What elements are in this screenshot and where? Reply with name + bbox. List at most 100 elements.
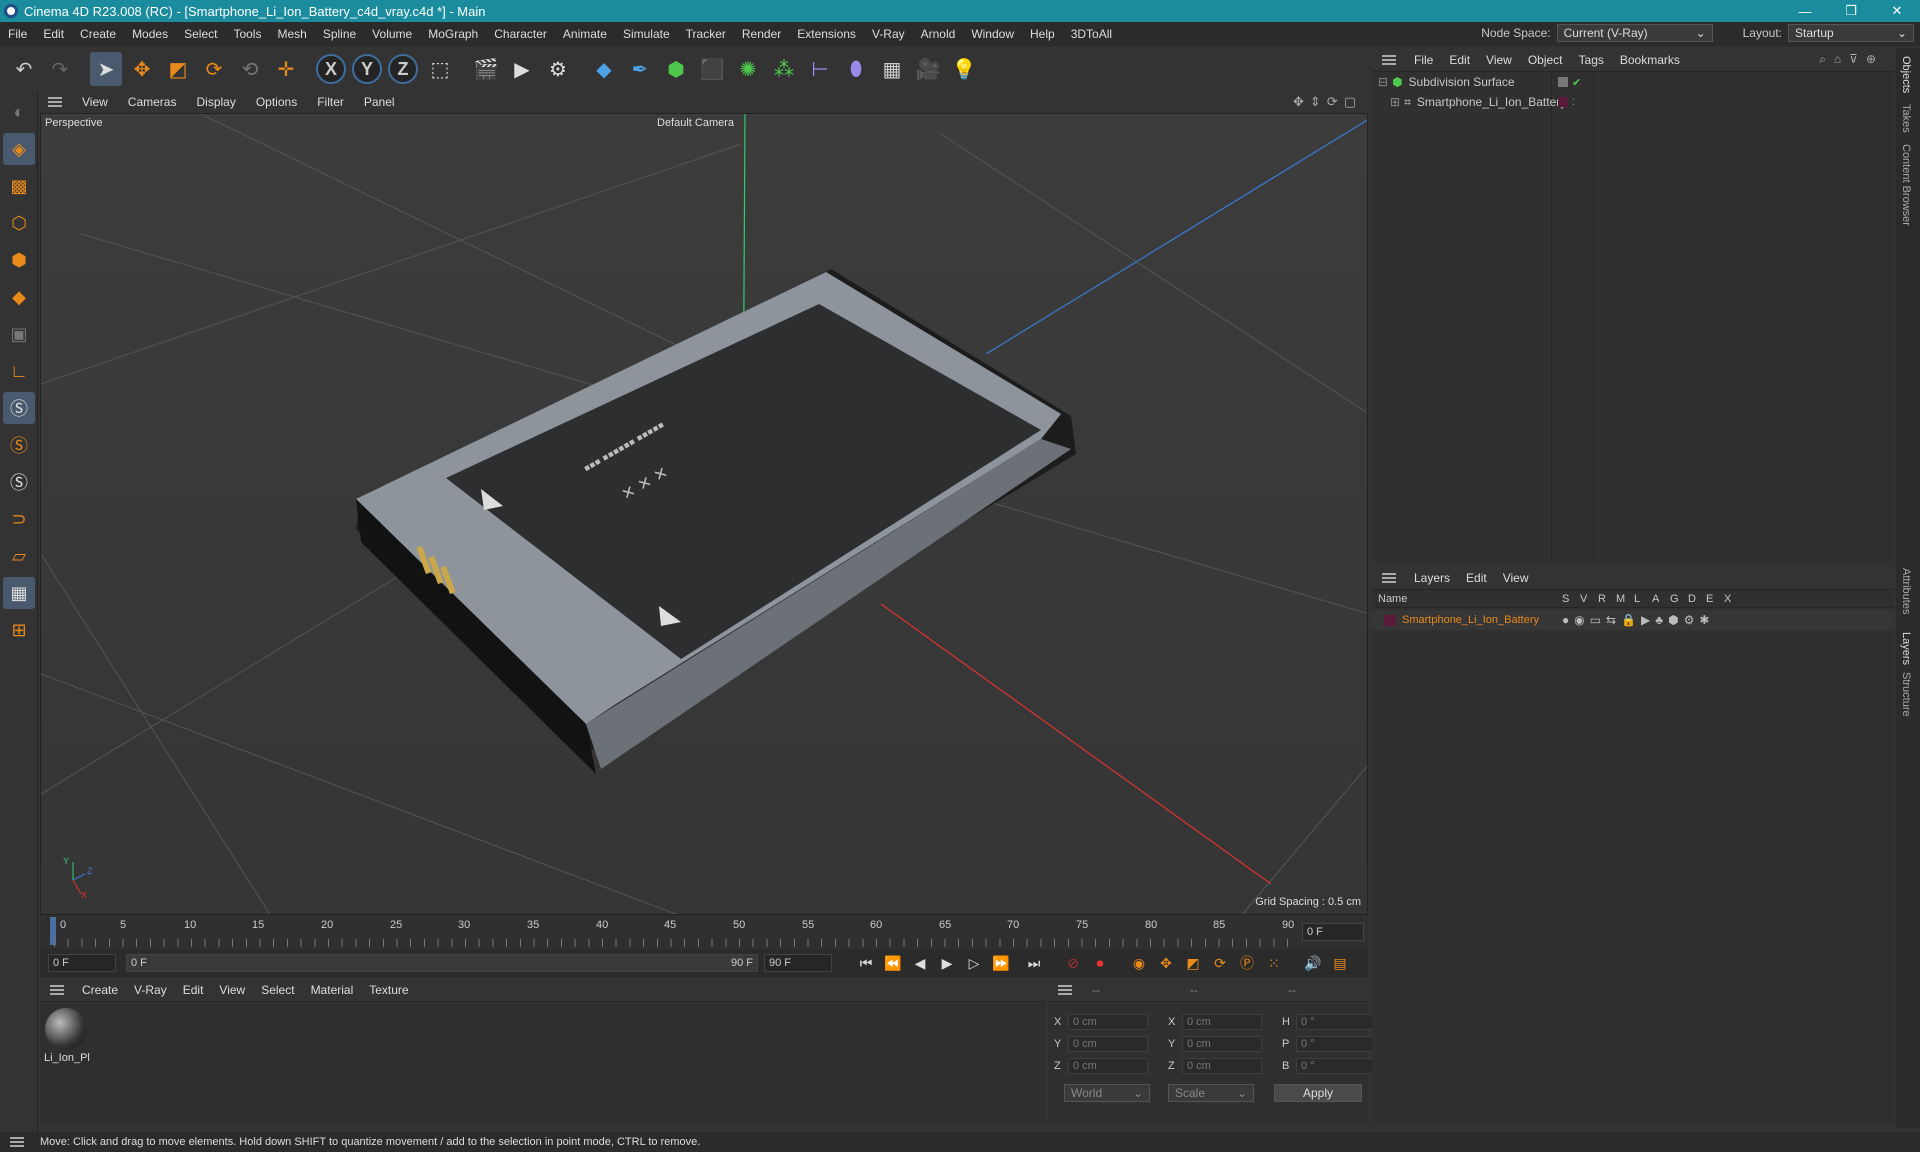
object-row-subdivision[interactable]: ⊟ ⬢ Subdivision Surface — [1372, 72, 1551, 92]
menu-simulate[interactable]: Simulate — [615, 27, 678, 41]
viewport-menu-filter[interactable]: Filter — [307, 95, 354, 109]
object-row-battery[interactable]: ⊞ ⌗ Smartphone_Li_Ion_Battery — [1372, 92, 1566, 112]
viewport-menu-view[interactable]: View — [72, 95, 118, 109]
recent-tool-icon[interactable]: ⟲ — [234, 52, 266, 86]
expand-icon[interactable]: ⊞ — [1390, 95, 1400, 109]
hamburger-icon[interactable] — [48, 97, 62, 107]
previous-key-icon[interactable]: ⏪ — [881, 952, 905, 974]
layer-row[interactable]: Smartphone_Li_Ion_Battery ●◉▭⇆🔒▶♣⬢⚙✱ — [1372, 610, 1894, 630]
tab-takes[interactable]: Takes — [1900, 104, 1912, 133]
timeline-window-icon[interactable]: ▤ — [1328, 952, 1352, 974]
move-tool-icon[interactable]: ✥ — [126, 52, 158, 86]
size-x-field[interactable]: 0 cm — [1182, 1014, 1262, 1030]
light-icon[interactable]: 💡 — [948, 52, 980, 86]
position-y-field[interactable]: 0 cm — [1068, 1036, 1148, 1052]
tab-objects[interactable]: Objects — [1900, 56, 1912, 93]
grid-icon[interactable]: ▦ — [3, 577, 35, 609]
timeline-sound-icon[interactable]: 🔊 — [1301, 952, 1325, 974]
material-menu-view[interactable]: View — [211, 983, 253, 997]
menu-arnold[interactable]: Arnold — [913, 27, 964, 41]
perspective-viewport[interactable]: ✕ ✕ ✕ ▪▪▪ ▪▪▪▪▪▪ ▪▪▪▪▪ Perspective Defau… — [40, 113, 1368, 915]
menu-3dtoall[interactable]: 3DToAll — [1063, 27, 1120, 41]
x-axis-toggle[interactable]: X — [316, 54, 346, 84]
current-frame-field[interactable]: 0 F — [1302, 923, 1364, 941]
size-y-field[interactable]: 0 cm — [1182, 1036, 1262, 1052]
material-menu-texture[interactable]: Texture — [361, 983, 416, 997]
extrude-icon[interactable]: ⬛ — [696, 52, 728, 86]
key-scale-icon[interactable]: ◩ — [1181, 952, 1205, 974]
cube-object-icon[interactable]: ◆ — [588, 52, 620, 86]
rotation-p-field[interactable]: 0 ° — [1296, 1036, 1376, 1052]
menu-help[interactable]: Help — [1022, 27, 1063, 41]
restore-button[interactable]: ❐ — [1828, 0, 1874, 22]
array-icon[interactable]: ⁂ — [768, 52, 800, 86]
hamburger-icon[interactable] — [50, 984, 64, 995]
camera-icon[interactable]: 🎥 — [912, 52, 944, 86]
texture-mode-icon[interactable]: ▩ — [3, 170, 35, 202]
axis-mode-icon[interactable]: ∟ — [3, 355, 35, 387]
position-x-field[interactable]: 0 cm — [1068, 1014, 1148, 1030]
select-cursor-icon[interactable]: ➤ — [90, 52, 122, 86]
visibility-dots-icon[interactable]: ⁚ — [1572, 97, 1575, 108]
layer-menu-view[interactable]: View — [1495, 571, 1537, 585]
next-key-icon[interactable]: ⏩ — [989, 952, 1013, 974]
hamburger-icon[interactable] — [1058, 984, 1072, 995]
node-space-dropdown[interactable]: Current (V-Ray) ⌄ — [1556, 24, 1713, 42]
tab-structure[interactable]: Structure — [1900, 672, 1912, 717]
polygon-mode-icon[interactable]: ◆ — [3, 281, 35, 313]
material-menu-material[interactable]: Material — [303, 983, 362, 997]
hamburger-icon[interactable] — [1382, 572, 1396, 583]
viewport-menu-panel[interactable]: Panel — [354, 95, 405, 109]
locked-workplane-icon[interactable]: ⊞ — [3, 614, 35, 646]
undo-icon[interactable]: ↶ — [8, 52, 40, 86]
tab-attributes[interactable]: Attributes — [1900, 568, 1912, 614]
keyframe-selection-icon[interactable]: ◉ — [1127, 952, 1151, 974]
apply-button[interactable]: Apply — [1274, 1084, 1362, 1102]
menu-volume[interactable]: Volume — [364, 27, 420, 41]
layer-swatch[interactable] — [1558, 97, 1568, 107]
point-mode-icon[interactable]: ⬡ — [3, 207, 35, 239]
frame-range-slider[interactable]: 0 F 90 F — [126, 954, 758, 972]
autokey-icon[interactable]: ⏺ — [1088, 952, 1112, 974]
object-search-icons[interactable]: ⌕⌂⊽⊕ — [1819, 52, 1884, 67]
menu-create[interactable]: Create — [72, 27, 124, 41]
mograph-cloner-icon[interactable]: ✺ — [732, 52, 764, 86]
viewport-nav-icons[interactable]: ✥⇕⟳▢ — [1293, 94, 1362, 110]
layer-menu-edit[interactable]: Edit — [1458, 571, 1495, 585]
edge-mode-icon[interactable]: ⬢ — [3, 244, 35, 276]
material-swatch[interactable]: Li_Ion_Pl — [44, 1008, 90, 1064]
object-menu-view[interactable]: View — [1478, 53, 1520, 67]
next-frame-icon[interactable]: ▷ — [962, 952, 986, 974]
field-icon[interactable]: ⬮ — [840, 52, 872, 86]
menu-tracker[interactable]: Tracker — [678, 27, 734, 41]
key-position-icon[interactable]: ✥ — [1154, 952, 1178, 974]
start-frame-field[interactable]: 0 F — [48, 954, 116, 972]
key-parameter-icon[interactable]: Ⓟ — [1235, 952, 1259, 974]
material-menu-select[interactable]: Select — [253, 983, 302, 997]
deformer-icon[interactable]: ⊢ — [804, 52, 836, 86]
model-mode-icon[interactable]: ◈ — [3, 133, 35, 165]
layer-swatch[interactable] — [1558, 77, 1568, 87]
viewport-menu-cameras[interactable]: Cameras — [118, 95, 187, 109]
scale-tool-icon[interactable]: ◩ — [162, 52, 194, 86]
redo-icon[interactable]: ↷ — [44, 52, 76, 86]
layer-menu-layers[interactable]: Layers — [1406, 571, 1458, 585]
rotate-tool-icon[interactable]: ⟳ — [198, 52, 230, 86]
world-dropdown[interactable]: World ⌄ — [1064, 1084, 1150, 1102]
layer-color-swatch[interactable] — [1384, 614, 1396, 626]
menu-file[interactable]: File — [0, 27, 35, 41]
key-pla-icon[interactable]: ⁙ — [1262, 952, 1286, 974]
expand-icon[interactable]: ⊟ — [1378, 75, 1388, 89]
close-button[interactable]: ✕ — [1874, 0, 1920, 22]
object-menu-bookmarks[interactable]: Bookmarks — [1612, 53, 1688, 67]
viewport-camera-name[interactable]: Default Camera — [657, 117, 734, 129]
material-menu-vray[interactable]: V-Ray — [126, 983, 175, 997]
tab-layers[interactable]: Layers — [1900, 632, 1912, 665]
render-picture-viewer-icon[interactable]: ▶ — [506, 52, 538, 86]
coordinate-system-icon[interactable]: ✛ — [270, 52, 302, 86]
subdivision-surface-icon[interactable]: ⬢ — [660, 52, 692, 86]
menu-spline[interactable]: Spline — [315, 27, 364, 41]
menu-select[interactable]: Select — [176, 27, 225, 41]
z-axis-toggle[interactable]: Z — [388, 54, 418, 84]
end-frame-field[interactable]: 90 F — [764, 954, 832, 972]
